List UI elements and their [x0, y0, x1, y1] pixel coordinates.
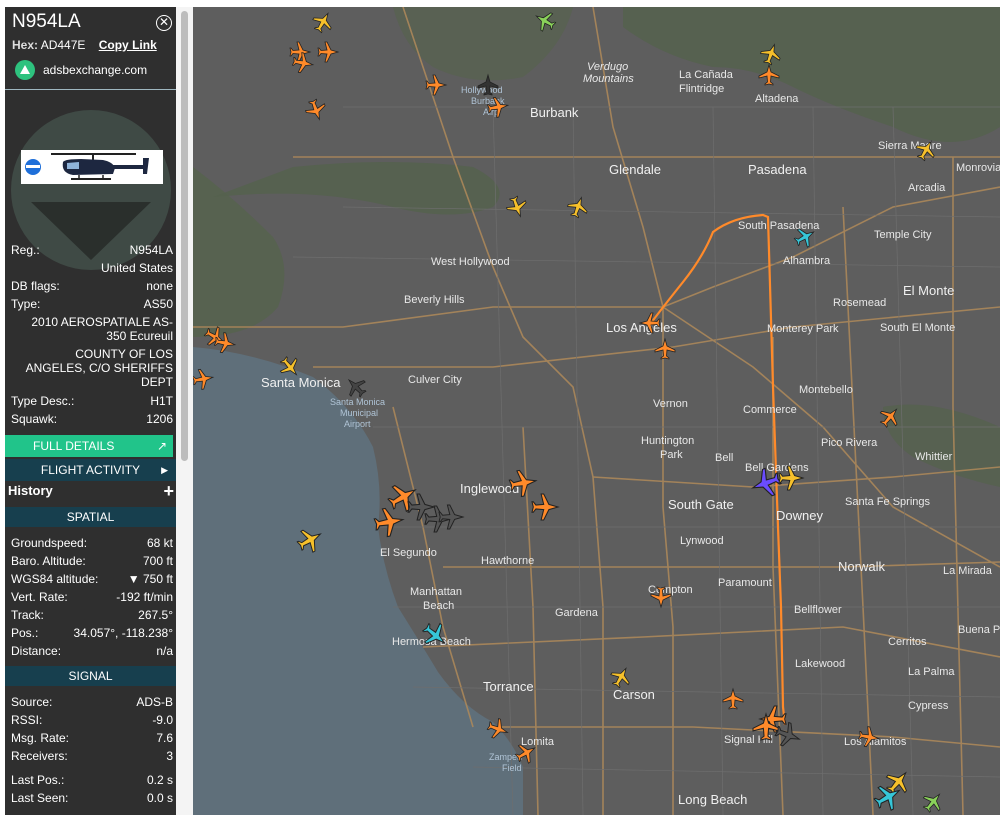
msg-rate-row: Msg. Rate: 7.6: [11, 731, 173, 745]
hex-row: Hex: AD447E Copy Link: [12, 38, 157, 52]
flight-activity-button[interactable]: FLIGHT ACTIVITY ▶: [5, 459, 176, 481]
last-pos-row: Last Pos.: 0.2 s: [11, 773, 173, 787]
source-site-label: adsbexchange.com: [43, 63, 148, 77]
squawk-row: Squawk: 1206: [11, 412, 173, 426]
aircraft-icon[interactable]: [507, 467, 539, 499]
aircraft-icon[interactable]: [485, 94, 511, 120]
aircraft-icon[interactable]: [290, 50, 316, 76]
aircraft-icon[interactable]: [289, 41, 311, 63]
aircraft-icon[interactable]: [911, 135, 941, 165]
signal-header: SIGNAL: [5, 666, 176, 686]
aircraft-icon[interactable]: [772, 719, 804, 751]
aircraft-icon[interactable]: [778, 465, 804, 491]
aircraft-icon[interactable]: [722, 688, 744, 710]
hex-value: AD447E: [40, 38, 86, 52]
receivers-row: Receivers: 3: [11, 749, 173, 763]
type-desc-row: Type Desc.: H1T: [11, 394, 173, 408]
aircraft-icon[interactable]: [308, 7, 338, 37]
baro-altitude-row: Baro. Altitude: 700 ft: [11, 554, 173, 568]
aircraft-icon[interactable]: [438, 504, 464, 530]
distance-row: Distance: n/a: [11, 644, 173, 658]
aircraft-icon[interactable]: [383, 477, 423, 517]
aircraft-icon[interactable]: [193, 366, 216, 392]
aircraft-icon[interactable]: [530, 7, 560, 36]
plus-icon: +: [163, 481, 174, 501]
position-row: Pos.: 34.057°, -118.238°: [11, 626, 173, 640]
aircraft-icon[interactable]: [654, 338, 676, 360]
helicopter-icon: [25, 153, 149, 180]
aircraft-icon[interactable]: [531, 493, 559, 521]
source-row: Source: ADS-B: [11, 695, 173, 709]
chevron-right-icon: ▶: [161, 464, 168, 475]
aircraft-icon[interactable]: [503, 193, 531, 221]
last-seen-row: Last Seen: 0.0 s: [11, 791, 173, 805]
full-details-button[interactable]: FULL DETAILS ↗: [5, 435, 173, 457]
hex-label: Hex:: [12, 38, 39, 52]
aircraft-icon[interactable]: [650, 586, 672, 608]
db-flags-row: DB flags: none: [11, 279, 173, 293]
aircraft-icon[interactable]: [407, 493, 435, 521]
aircraft-icon[interactable]: [790, 222, 820, 252]
aircraft-icon[interactable]: [293, 523, 327, 557]
aircraft-photo[interactable]: [21, 150, 163, 184]
history-toggle[interactable]: History +: [5, 481, 176, 501]
callsign-title: N954LA: [12, 11, 81, 32]
aircraft-icon[interactable]: [341, 372, 371, 402]
aircraft-icon[interactable]: [425, 74, 447, 96]
aircraft-icon[interactable]: [606, 662, 636, 692]
aircraft-icon[interactable]: [372, 505, 406, 539]
aircraft-icon[interactable]: [856, 724, 882, 750]
aircraft-icon[interactable]: [317, 41, 339, 63]
rssi-row: RSSI: -9.0: [11, 713, 173, 727]
adsbexchange-logo-icon: [15, 60, 35, 80]
aircraft-icon[interactable]: [875, 402, 905, 432]
aircraft-info-panel: N954LA ✕ Hex: AD447E Copy Link adsbexcha…: [5, 7, 176, 815]
aircraft-layer: [193, 7, 948, 815]
reg-row: Reg.: N954LA: [11, 243, 173, 257]
groundspeed-row: Groundspeed: 68 kt: [11, 536, 173, 550]
country-value: United States: [100, 261, 173, 275]
aircraft-icon[interactable]: [918, 787, 948, 815]
vert-rate-row: Vert. Rate: -192 ft/min: [11, 590, 173, 604]
external-link-icon: ↗: [156, 439, 167, 453]
wgs84-altitude-row: WGS84 altitude: ▼ 750 ft: [11, 572, 173, 586]
divider: [5, 89, 176, 90]
aircraft-icon[interactable]: [302, 96, 330, 124]
model-value: 2010 AEROSPATIALE AS- 350 Ecureuil: [31, 315, 173, 343]
aircraft-icon[interactable]: [511, 738, 541, 768]
copy-link-button[interactable]: Copy Link: [99, 38, 157, 52]
aircraft-icon[interactable]: [275, 352, 305, 382]
aircraft-icon[interactable]: [757, 40, 785, 68]
track-row: Track: 267.5°: [11, 608, 173, 622]
owner-value: COUNTY OF LOS ANGELES, C/O SHERIFFS DEPT: [25, 347, 173, 389]
spatial-header: SPATIAL: [5, 507, 176, 527]
aircraft-icon[interactable]: [564, 193, 592, 221]
close-icon[interactable]: ✕: [156, 15, 172, 31]
map-view[interactable]: Burbank Glendale Pasadena Altadena La Ca…: [193, 7, 1000, 815]
aircraft-icon[interactable]: [758, 64, 780, 86]
aircraft-icon[interactable]: [417, 617, 453, 653]
aircraft-icon[interactable]: [484, 715, 512, 743]
aircraft-icon[interactable]: [477, 74, 499, 96]
source-site-link[interactable]: adsbexchange.com: [15, 60, 147, 80]
scrollbar-thumb[interactable]: [181, 11, 188, 461]
type-row: Type: AS50: [11, 297, 173, 311]
selected-aircraft-icon[interactable]: [639, 312, 661, 334]
sidebar-scrollbar[interactable]: [176, 7, 193, 815]
